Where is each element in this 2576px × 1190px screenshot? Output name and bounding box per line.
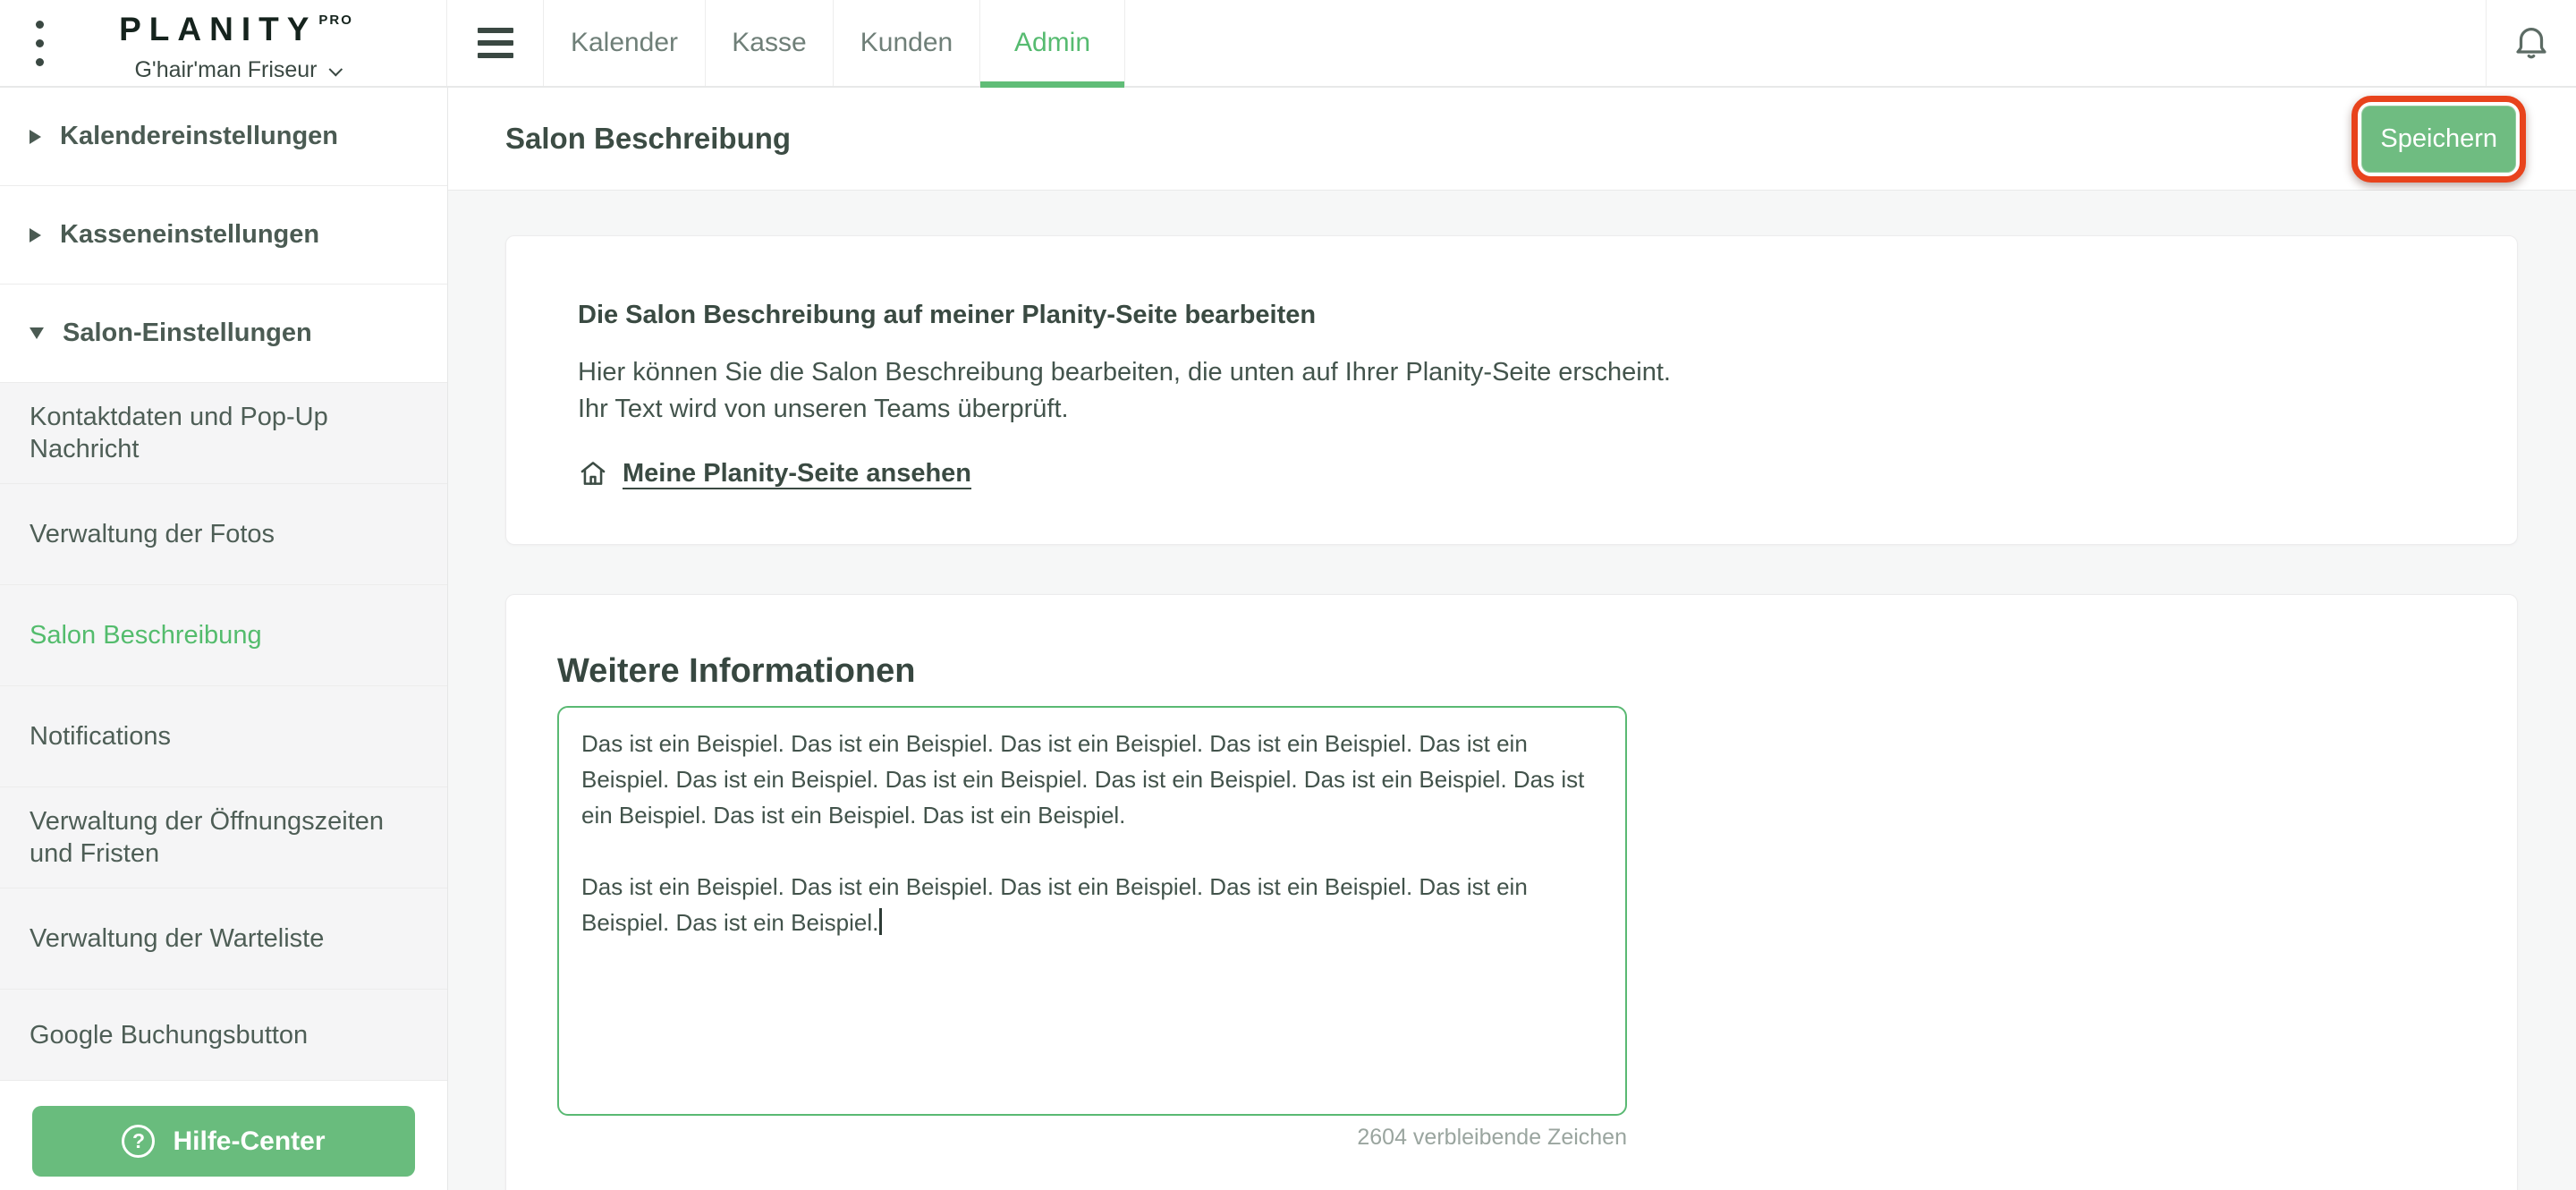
salon-selector[interactable]: G'hair'man Friseur	[44, 57, 428, 83]
planity-page-link-row: Meine Planity-Seite ansehen	[578, 458, 2445, 489]
topbar-spacer	[1125, 0, 2486, 86]
chevron-down-icon	[328, 62, 343, 76]
sidebar-item-label: Salon Beschreibung	[30, 619, 262, 651]
kebab-menu-icon[interactable]	[36, 21, 44, 66]
sidebar-footer: ? Hilfe-Center	[0, 1081, 447, 1190]
page-title: Salon Beschreibung	[505, 122, 791, 156]
help-center-button[interactable]: ? Hilfe-Center	[32, 1106, 415, 1177]
expanded-triangle-icon	[30, 327, 44, 339]
remaining-characters-counter: 2604 verbleibende Zeichen	[557, 1125, 1627, 1151]
settings-sidebar: Kalendereinstellungen Kasseneinstellunge…	[0, 88, 448, 1190]
bell-icon	[2511, 22, 2552, 64]
sidebar-item-label: Google Buchungsbutton	[30, 1019, 308, 1051]
tab-label: Kalender	[571, 28, 678, 58]
notifications-button[interactable]	[2486, 0, 2576, 86]
help-center-label: Hilfe-Center	[173, 1126, 325, 1157]
app-window: PLANITYPRO G'hair'man Friseur Kalender K…	[0, 0, 2576, 1190]
tab-kunden[interactable]: Kunden	[833, 0, 979, 86]
main-area: Salon Beschreibung Speichern Die Salon B…	[448, 88, 2576, 1190]
main-nav-tabs: Kalender Kasse Kunden Admin	[543, 0, 1125, 86]
weitere-informationen-card: Weitere Informationen Das ist ein Beispi…	[505, 594, 2518, 1190]
sidebar-item-oeffnungszeiten[interactable]: Verwaltung der Öffnungszeiten und Friste…	[0, 787, 447, 888]
intro-card-body: Hier können Sie die Salon Beschreibung b…	[578, 354, 2445, 428]
sidebar-item-google-buchungsbutton[interactable]: Google Buchungsbutton	[0, 990, 447, 1081]
description-paragraph-2: Das ist ein Beispiel. Das ist ein Beispi…	[581, 869, 1603, 940]
description-textarea[interactable]: Das ist ein Beispiel. Das ist ein Beispi…	[557, 706, 1627, 1116]
logo-pro-badge: PRO	[318, 13, 353, 28]
page-header: Salon Beschreibung Speichern	[448, 88, 2576, 191]
sidebar-section-kasseneinstellungen[interactable]: Kasseneinstellungen	[0, 186, 447, 285]
tab-label: Kunden	[860, 28, 953, 58]
description-intro-card: Die Salon Beschreibung auf meiner Planit…	[505, 235, 2518, 545]
sidebar-item-salon-beschreibung[interactable]: Salon Beschreibung	[0, 585, 447, 686]
topbar-brand-area: PLANITYPRO G'hair'man Friseur	[0, 0, 447, 86]
sidebar-item-kontaktdaten[interactable]: Kontaktdaten und Pop-Up Nachricht	[0, 383, 447, 484]
sidebar-item-label: Verwaltung der Fotos	[30, 518, 275, 550]
text-cursor	[879, 908, 882, 935]
sidebar-item-verwaltung-fotos[interactable]: Verwaltung der Fotos	[0, 484, 447, 585]
tab-kasse[interactable]: Kasse	[705, 0, 833, 86]
intro-body-line-2: Ihr Text wird von unseren Teams überprüf…	[578, 391, 2445, 428]
sidebar-section-label: Kalendereinstellungen	[60, 122, 338, 151]
save-button[interactable]: Speichern	[2361, 106, 2516, 173]
view-planity-page-link[interactable]: Meine Planity-Seite ansehen	[623, 459, 971, 489]
sidebar-section-kalendereinstellungen[interactable]: Kalendereinstellungen	[0, 88, 447, 186]
sidebar-item-notifications[interactable]: Notifications	[0, 686, 447, 787]
tab-label: Kasse	[732, 28, 806, 58]
tab-admin[interactable]: Admin	[979, 0, 1125, 86]
sidebar-item-label: Verwaltung der Warteliste	[30, 922, 324, 955]
salon-name: G'hair'man Friseur	[134, 57, 317, 82]
topbar: PLANITYPRO G'hair'man Friseur Kalender K…	[0, 0, 2576, 88]
intro-body-line-1: Hier können Sie die Salon Beschreibung b…	[578, 354, 2445, 391]
intro-card-title: Die Salon Beschreibung auf meiner Planit…	[578, 299, 2445, 331]
sidebar-item-warteliste[interactable]: Verwaltung der Warteliste	[0, 888, 447, 990]
sidebar-section-label: Salon-Einstellungen	[63, 319, 312, 348]
home-icon	[578, 458, 608, 489]
hamburger-icon	[478, 28, 513, 58]
collapsed-triangle-icon	[30, 130, 41, 144]
logo-text: PLANITY	[119, 11, 317, 47]
sidebar-item-label: Kontaktdaten und Pop-Up Nachricht	[30, 401, 404, 465]
sidebar-section-salon-einstellungen[interactable]: Salon-Einstellungen	[0, 285, 447, 383]
hamburger-menu-button[interactable]	[447, 0, 543, 86]
tab-label: Admin	[1014, 28, 1090, 58]
editor-card-title: Weitere Informationen	[557, 650, 2466, 692]
save-button-highlight-annotation: Speichern	[2351, 96, 2526, 183]
question-mark-icon: ?	[122, 1125, 155, 1158]
planity-logo: PLANITYPRO	[44, 4, 428, 54]
description-paragraph-1: Das ist ein Beispiel. Das ist ein Beispi…	[581, 726, 1603, 833]
brand-block: PLANITYPRO G'hair'man Friseur	[44, 4, 446, 83]
page-content: Die Salon Beschreibung auf meiner Planit…	[448, 191, 2576, 1190]
sidebar-item-label: Notifications	[30, 720, 171, 752]
active-tab-underline	[980, 81, 1124, 88]
sidebar-section-label: Kasseneinstellungen	[60, 220, 319, 250]
collapsed-triangle-icon	[30, 228, 41, 242]
sidebar-item-label: Verwaltung der Öffnungszeiten und Friste…	[30, 805, 404, 870]
tab-kalender[interactable]: Kalender	[543, 0, 705, 86]
